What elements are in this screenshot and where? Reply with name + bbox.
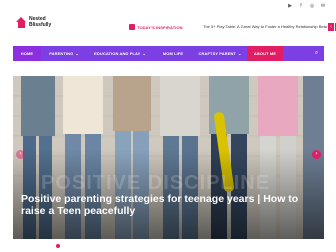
nav-education-and-play[interactable]: EDUCATION AND PLAY ⌄ xyxy=(87,46,153,61)
nav-mom-life-label: MOM LIFE xyxy=(162,51,184,56)
hero-title[interactable]: Positive parenting strategies for teenag… xyxy=(21,193,321,217)
chevron-down-icon: ⌄ xyxy=(238,51,242,56)
hero-next-button[interactable]: › xyxy=(312,150,321,159)
news-ticker: TODAY'S INSPIRATION The 5+ Play Table: A… xyxy=(129,22,336,32)
ticker-label: TODAY'S INSPIRATION xyxy=(137,24,183,30)
chevron-down-icon: ⌄ xyxy=(142,51,146,56)
main-nav: HOME PARENTING ⌄ EDUCATION AND PLAY ⌄ MO… xyxy=(13,46,324,61)
site-header: Nested Blissfully TODAY'S INSPIRATION Th… xyxy=(0,0,336,44)
search-icon[interactable]: ⌕ xyxy=(309,46,324,61)
hero-prev-button[interactable]: ‹ xyxy=(16,150,25,159)
logo-line-2: Blissfully xyxy=(29,22,52,28)
nav-craftsy-label: CRAFTSY PARENT xyxy=(198,51,237,56)
nav-about-label: ABOUT ME xyxy=(253,51,277,56)
nav-parenting[interactable]: PARENTING ⌄ xyxy=(41,46,87,61)
nav-about-me[interactable]: ABOUT ME xyxy=(247,46,283,61)
ticker-headline[interactable]: The 5+ Play Table: A Great Way to Foster… xyxy=(203,22,327,32)
chevron-down-icon: ⌄ xyxy=(75,51,79,56)
nav-craftsy-parent[interactable]: CRAFTSY PARENT ⌄ xyxy=(193,46,247,61)
youtube-icon[interactable]: ▶ xyxy=(287,3,293,9)
hero-watermark: POSITIVE DISCIPLINE xyxy=(41,172,271,194)
facebook-icon[interactable]: f xyxy=(298,3,304,9)
nav-education-label: EDUCATION AND PLAY xyxy=(94,51,141,56)
slider-indicator[interactable] xyxy=(56,244,60,248)
ticker-prev-button[interactable]: ‹ xyxy=(328,23,334,31)
nav-home[interactable]: HOME xyxy=(13,46,41,61)
hero-slider[interactable]: POSITIVE DISCIPLINE Positive parenting s… xyxy=(13,76,324,239)
social-links: ▶ f ◎ ✉ xyxy=(287,3,326,9)
house-icon xyxy=(16,16,27,28)
email-icon[interactable]: ✉ xyxy=(320,3,326,9)
nav-mom-life[interactable]: MOM LIFE xyxy=(153,46,193,61)
nav-home-label: HOME xyxy=(20,51,34,56)
site-logo[interactable]: Nested Blissfully xyxy=(16,16,51,28)
instagram-icon[interactable]: ◎ xyxy=(309,3,315,9)
bolt-icon xyxy=(129,24,135,30)
logo-text: Nested Blissfully xyxy=(29,16,51,28)
nav-parenting-label: PARENTING xyxy=(49,51,74,56)
